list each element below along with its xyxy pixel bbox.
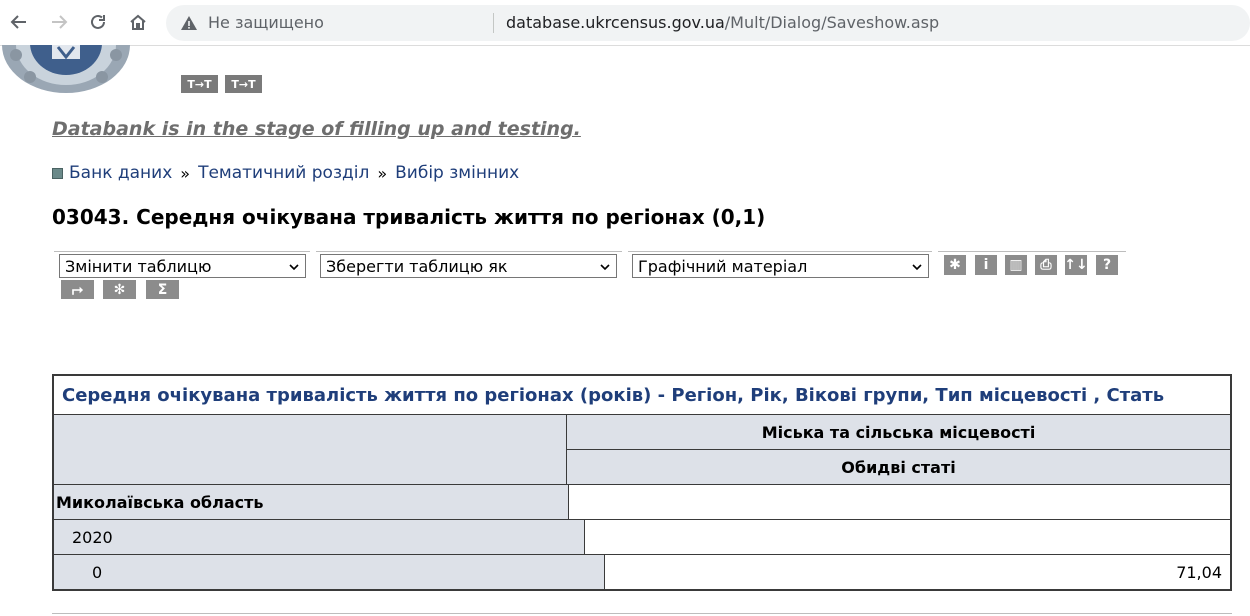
toolbar-divider bbox=[316, 251, 622, 252]
toolbar-divider bbox=[628, 251, 932, 252]
url-domain: database.ukrcensus.gov.ua bbox=[506, 13, 725, 32]
save-table-select[interactable]: Зберегти таблицю як bbox=[320, 254, 617, 278]
snowflake-icon[interactable]: ✱ bbox=[944, 255, 966, 275]
reload-icon[interactable] bbox=[84, 8, 112, 36]
change-table-select-value: Змінити таблицю bbox=[65, 257, 212, 276]
row-label-region: Миколаївська область bbox=[54, 485, 569, 519]
forward-icon[interactable] bbox=[45, 8, 73, 36]
row-label-year: 2020 bbox=[54, 520, 585, 554]
row-label-age: 0 bbox=[54, 555, 605, 589]
breadcrumb-separator: » bbox=[377, 163, 388, 183]
notice-text: Databank is in the stage of filling up a… bbox=[52, 118, 581, 140]
url-path: /Mult/Dialog/Saveshow.asp bbox=[724, 13, 940, 32]
ukrstat-logo[interactable] bbox=[0, 45, 132, 95]
column-header-sex: Обидві статі bbox=[567, 449, 1230, 484]
home-icon[interactable] bbox=[124, 8, 152, 36]
toolbar-divider bbox=[938, 251, 1126, 252]
row-value bbox=[569, 485, 1230, 519]
url-text[interactable]: database.ukrcensus.gov.ua/Mult/Dialog/Sa… bbox=[506, 13, 939, 32]
table-header: Міська та сільська місцевості Обидві ста… bbox=[54, 415, 1230, 485]
row-value bbox=[585, 520, 1230, 554]
help-icon[interactable]: ? bbox=[1096, 255, 1118, 275]
header-stub bbox=[54, 415, 567, 484]
sum-icon[interactable]: Σ bbox=[146, 280, 179, 299]
columns-icon[interactable]: ▥ bbox=[1005, 255, 1027, 275]
warning-icon[interactable] bbox=[180, 14, 198, 32]
sort-icon[interactable]: ↑↓ bbox=[1064, 255, 1088, 275]
row-value: 71,04 bbox=[1176, 562, 1222, 582]
chevron-down-icon bbox=[600, 264, 610, 271]
page-title: 03043. Середня очікувана тривалість житт… bbox=[52, 205, 766, 229]
toolbar-divider bbox=[54, 251, 310, 252]
tt-button-1[interactable]: T→T bbox=[181, 75, 218, 93]
info-icon[interactable]: i bbox=[975, 255, 997, 275]
graphics-select[interactable]: Графічний матеріал bbox=[632, 254, 929, 278]
tt-button-2[interactable]: T→T bbox=[225, 75, 262, 93]
chevron-down-icon bbox=[912, 264, 922, 271]
breadcrumb-link-bank[interactable]: Банк даних bbox=[69, 163, 172, 183]
omnibox-divider bbox=[493, 13, 494, 33]
print-icon[interactable]: ⎙ bbox=[1035, 255, 1057, 275]
transpose-icon[interactable]: ✻ bbox=[103, 280, 136, 299]
breadcrumb: Банк даних » Тематичний розділ » Вибір з… bbox=[52, 163, 519, 183]
data-table: Середня очікувана тривалість життя по ре… bbox=[52, 374, 1232, 591]
bullet-icon bbox=[52, 167, 63, 179]
table-row: Миколаївська область bbox=[54, 485, 1230, 520]
table-row: 2020 bbox=[54, 520, 1230, 555]
column-header-area: Міська та сільська місцевості bbox=[567, 415, 1230, 449]
breadcrumb-link-variables[interactable]: Вибір змінних bbox=[395, 163, 519, 183]
browser-toolbar: Не защищено database.ukrcensus.gov.ua/Mu… bbox=[0, 0, 1250, 46]
save-table-select-value: Зберегти таблицю як bbox=[326, 257, 508, 276]
bottom-divider bbox=[52, 613, 1232, 614]
pivot-icon[interactable]: ⮣ bbox=[61, 280, 94, 299]
table-title: Середня очікувана тривалість життя по ре… bbox=[54, 376, 1230, 415]
change-table-select[interactable]: Змінити таблицю bbox=[59, 254, 306, 278]
header-columns: Міська та сільська місцевості Обидві ста… bbox=[567, 415, 1230, 484]
table-row: 0 71,04 bbox=[54, 555, 1230, 589]
address-bar[interactable]: Не защищено database.ukrcensus.gov.ua/Mu… bbox=[166, 5, 1250, 41]
breadcrumb-separator: » bbox=[180, 163, 191, 183]
back-icon[interactable] bbox=[5, 8, 33, 36]
graphics-select-value: Графічний матеріал bbox=[638, 257, 808, 276]
security-label[interactable]: Не защищено bbox=[208, 13, 324, 32]
breadcrumb-link-section[interactable]: Тематичний розділ bbox=[198, 163, 369, 183]
chevron-down-icon bbox=[289, 264, 299, 271]
